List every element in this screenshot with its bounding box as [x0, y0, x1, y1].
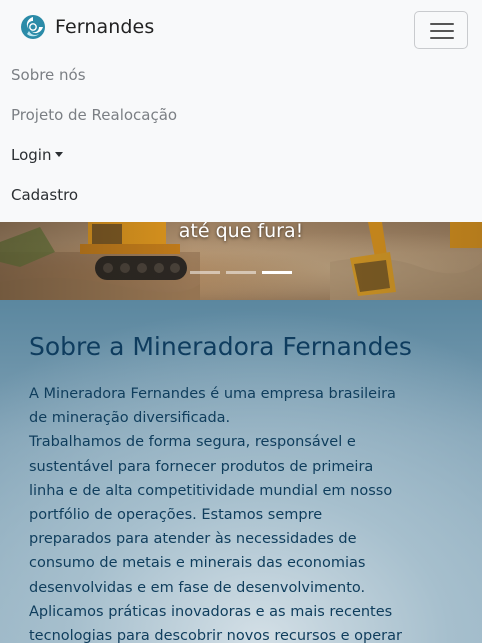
about-text: A Mineradora Fernandes é uma empresa bra… [29, 382, 409, 643]
about-paragraph-1: A Mineradora Fernandes é uma empresa bra… [29, 386, 396, 427]
brand-name: Fernandes [55, 16, 155, 38]
nav-menu: Sobre nós Projeto de Realocação Login Ca… [11, 58, 177, 218]
navbar-toggler-button[interactable] [414, 11, 468, 49]
nav-link-login-dropdown[interactable]: Login [11, 146, 64, 164]
navbar: Fernandes Sobre nós Projeto de Realocaçã… [0, 0, 482, 222]
caret-down-icon [55, 152, 64, 157]
nav-item-cadastro: Cadastro [11, 178, 177, 218]
carousel-indicator-2[interactable] [226, 271, 256, 274]
about-section: Sobre a Mineradora Fernandes A Minerador… [0, 300, 482, 643]
about-paragraph-2: Trabalhamos de forma segura, responsável… [29, 434, 393, 596]
login-label: Login [11, 146, 52, 164]
hamburger-menu-icon [430, 22, 454, 40]
nav-link-cadastro[interactable]: Cadastro [11, 186, 78, 204]
about-paragraph-3: Aplicamos práticas inovadoras e as mais … [29, 603, 402, 643]
about-title: Sobre a Mineradora Fernandes [29, 332, 412, 361]
nav-item-sobre: Sobre nós [11, 58, 177, 98]
carousel-indicators [0, 271, 482, 274]
nav-item-login: Login [11, 138, 177, 178]
swirl-logo-icon [21, 15, 45, 39]
nav-link-sobre-nos[interactable]: Sobre nós [11, 66, 86, 84]
nav-link-projeto-realocacao[interactable]: Projeto de Realocação [11, 106, 177, 124]
brand-link[interactable]: Fernandes [20, 14, 154, 40]
nav-item-projeto: Projeto de Realocação [11, 98, 177, 138]
hero-carousel: até que fura! [0, 222, 482, 300]
carousel-indicator-3[interactable] [262, 271, 292, 274]
hero-caption: até que fura! [178, 222, 304, 242]
carousel-indicator-1[interactable] [190, 271, 220, 274]
